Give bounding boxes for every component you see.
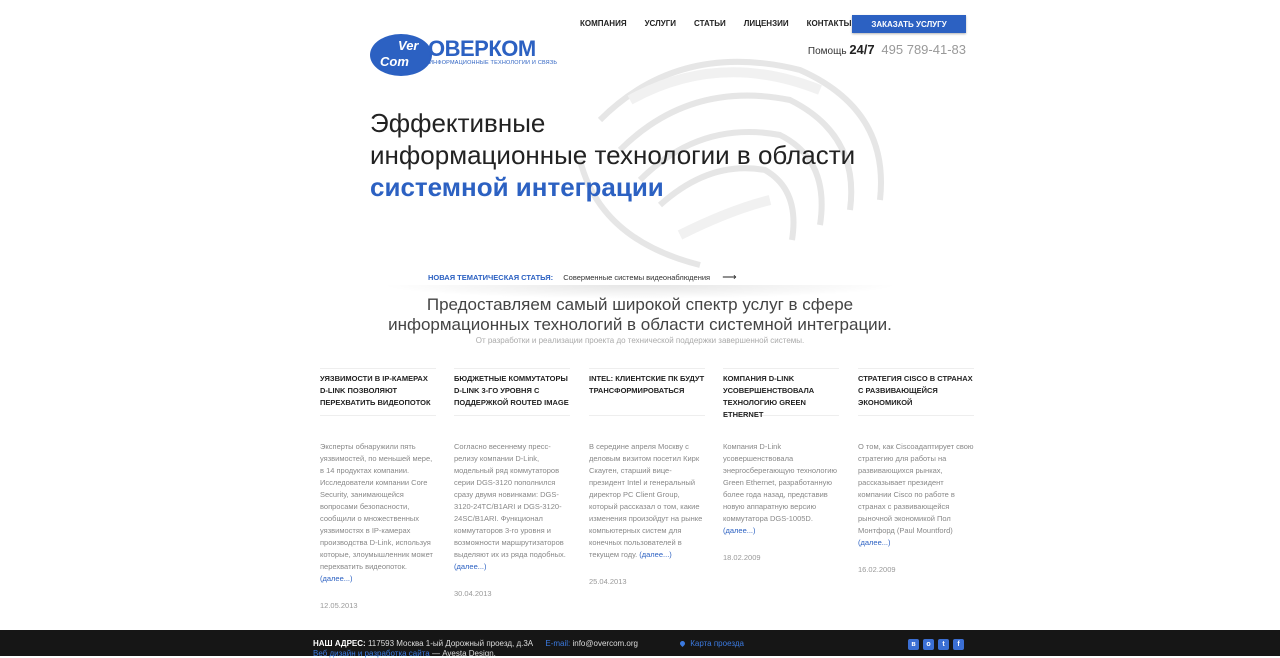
lead-subtext: От разработки и реализации проекта до те… (475, 336, 805, 345)
logo-badge-bottom: Com (380, 54, 409, 69)
logo[interactable]: Ver Com ОВЕРКОМ ИНФОРМАЦИОННЫЕ ТЕХНОЛОГИ… (370, 32, 557, 76)
news-title[interactable]: СТРАТЕГИЯ CISCO В СТРАНАХ С РАЗВИВАЮЩЕЙС… (858, 368, 974, 415)
news-text: Эксперты обнаружили пять уязвимостей, по… (320, 442, 433, 571)
news-title[interactable]: УЯЗВИМОСТИ В IP-КАМЕРАХ D-LINK ПОЗВОЛЯЮТ… (320, 368, 436, 415)
news-text: Компания D-Link усовершенствовала энерго… (723, 442, 838, 523)
footer: НАШ АДРЕС: 117593 Москва 1-ый Дорожный п… (0, 630, 1280, 658)
social-links: в о t f (908, 639, 964, 650)
phone-number[interactable]: 495 789-41-83 (881, 42, 966, 57)
vk-icon[interactable]: в (908, 639, 919, 650)
news-body: Эксперты обнаружили пять уязвимостей, по… (320, 441, 436, 585)
logo-name: ОВЕРКОМ (428, 36, 536, 61)
news-item: СТРАТЕГИЯ CISCO В СТРАНАХ С РАЗВИВАЮЩЕЙС… (858, 368, 974, 574)
news-item: КОМПАНИЯ D-LINK УСОВЕРШЕНСТВОВАЛА ТЕХНОЛ… (723, 368, 839, 562)
footer-address-row: НАШ АДРЕС: 117593 Москва 1-ый Дорожный п… (313, 639, 744, 648)
logo-tagline: ИНФОРМАЦИОННЫЕ ТЕХНОЛОГИИ И СВЯЗЬ (429, 60, 558, 66)
news-date: 12.05.2013 (320, 601, 358, 610)
nav-contacts[interactable]: КОНТАКТЫ (807, 19, 852, 28)
address-label: НАШ АДРЕС: (313, 639, 366, 648)
nav-articles[interactable]: СТАТЬИ (694, 19, 726, 28)
lead-text: Предоставляем самый широкой спектр услуг… (0, 295, 1280, 335)
read-more-link[interactable]: (далее...) (454, 562, 487, 571)
new-article-banner: НОВАЯ ТЕМАТИЧЕСКАЯ СТАТЬЯ: Соверменные с… (428, 272, 737, 283)
email-label: E-mail: (545, 639, 571, 648)
news-date: 25.04.2013 (589, 577, 627, 586)
read-more-link[interactable]: (далее...) (639, 550, 672, 559)
news-text: О том, как Ciscoадаптирует свою стратеги… (858, 442, 974, 535)
hero-line-3: системной интеграции (370, 172, 664, 202)
news-body: В середине апреля Москву с деловым визит… (589, 441, 705, 561)
divider (454, 415, 570, 416)
news-body: Согласно весеннему пресс-релизу компании… (454, 441, 570, 573)
nav-company[interactable]: КОМПАНИЯ (580, 19, 627, 28)
news-title[interactable]: INTEL: КЛИЕНТСКИЕ ПК БУДУТ ТРАНСФОРМИРОВ… (589, 368, 705, 415)
new-article-link[interactable]: Соверменные системы видеонаблюдения (563, 273, 710, 282)
main-nav: КОМПАНИЯ УСЛУГИ СТАТЬИ ЛИЦЕНЗИИ КОНТАКТЫ (580, 19, 851, 28)
help-label: Помощь (807, 46, 847, 57)
new-article-label: НОВАЯ ТЕМАТИЧЕСКАЯ СТАТЬЯ: (428, 273, 554, 282)
twitter-icon[interactable]: t (938, 639, 949, 650)
help-line: Помощь 24/7 495 789-41-83 (808, 42, 966, 57)
news-date: 18.02.2009 (723, 553, 761, 562)
odnoklassniki-icon[interactable]: о (923, 639, 934, 650)
email-link[interactable]: info@overcom.org (572, 639, 637, 648)
nav-licenses[interactable]: ЛИЦЕНЗИИ (744, 19, 789, 28)
news-title[interactable]: БЮДЖЕТНЫЕ КОММУТАТОРЫ D-LINK 3-ГО УРОВНЯ… (454, 368, 570, 415)
news-date: 16.02.2009 (858, 565, 896, 574)
hero-heading: Эффективные информационные технологии в … (370, 107, 855, 203)
arrow-right-icon[interactable]: ⟶ (722, 272, 736, 283)
nav-services[interactable]: УСЛУГИ (645, 19, 676, 28)
news-date: 30.04.2013 (454, 589, 492, 598)
divider (320, 415, 436, 416)
dev-link[interactable]: Веб дизайн и разработка сайта (313, 649, 430, 658)
divider (858, 415, 974, 416)
help-hours: 24/7 (849, 42, 875, 57)
order-service-button[interactable]: ЗАКАЗАТЬ УСЛУГУ (852, 15, 966, 33)
logo-badge: Ver Com (370, 34, 432, 76)
news-body: О том, как Ciscoадаптирует свою стратеги… (858, 441, 974, 549)
footer-credits: Веб дизайн и разработка сайта — Avesta D… (313, 649, 496, 658)
news-item: БЮДЖЕТНЫЕ КОММУТАТОРЫ D-LINK 3-ГО УРОВНЯ… (454, 368, 570, 598)
news-text: Согласно весеннему пресс-релизу компании… (454, 442, 566, 559)
lead-line-1: Предоставляем самый широкой спектр услуг… (426, 295, 854, 314)
read-more-link[interactable]: (далее...) (858, 538, 891, 547)
lead-line-2: информационных технологий в области сист… (388, 315, 892, 334)
read-more-link[interactable]: (далее...) (320, 574, 353, 583)
read-more-link[interactable]: (далее...) (723, 526, 756, 535)
news-title[interactable]: КОМПАНИЯ D-LINK УСОВЕРШЕНСТВОВАЛА ТЕХНОЛ… (723, 368, 839, 419)
facebook-icon[interactable]: f (953, 639, 964, 650)
map-link[interactable]: Карта проезда (690, 639, 744, 648)
news-item: УЯЗВИМОСТИ В IP-КАМЕРАХ D-LINK ПОЗВОЛЯЮТ… (320, 368, 436, 610)
divider (589, 415, 705, 416)
dev-credit: — Avesta Design. (431, 649, 496, 658)
news-item: INTEL: КЛИЕНТСКИЕ ПК БУДУТ ТРАНСФОРМИРОВ… (589, 368, 705, 586)
hero-line-1: Эффективные (370, 108, 546, 138)
address-text: 117593 Москва 1-ый Дорожный проезд, д.3А (367, 639, 534, 648)
logo-badge-top: Ver (398, 38, 419, 53)
map-pin-icon (679, 639, 687, 648)
news-text: В середине апреля Москву с деловым визит… (589, 442, 703, 559)
hero-line-2: информационные технологии в области (370, 140, 856, 170)
news-body: Компания D-Link усовершенствовала энерго… (723, 441, 839, 537)
